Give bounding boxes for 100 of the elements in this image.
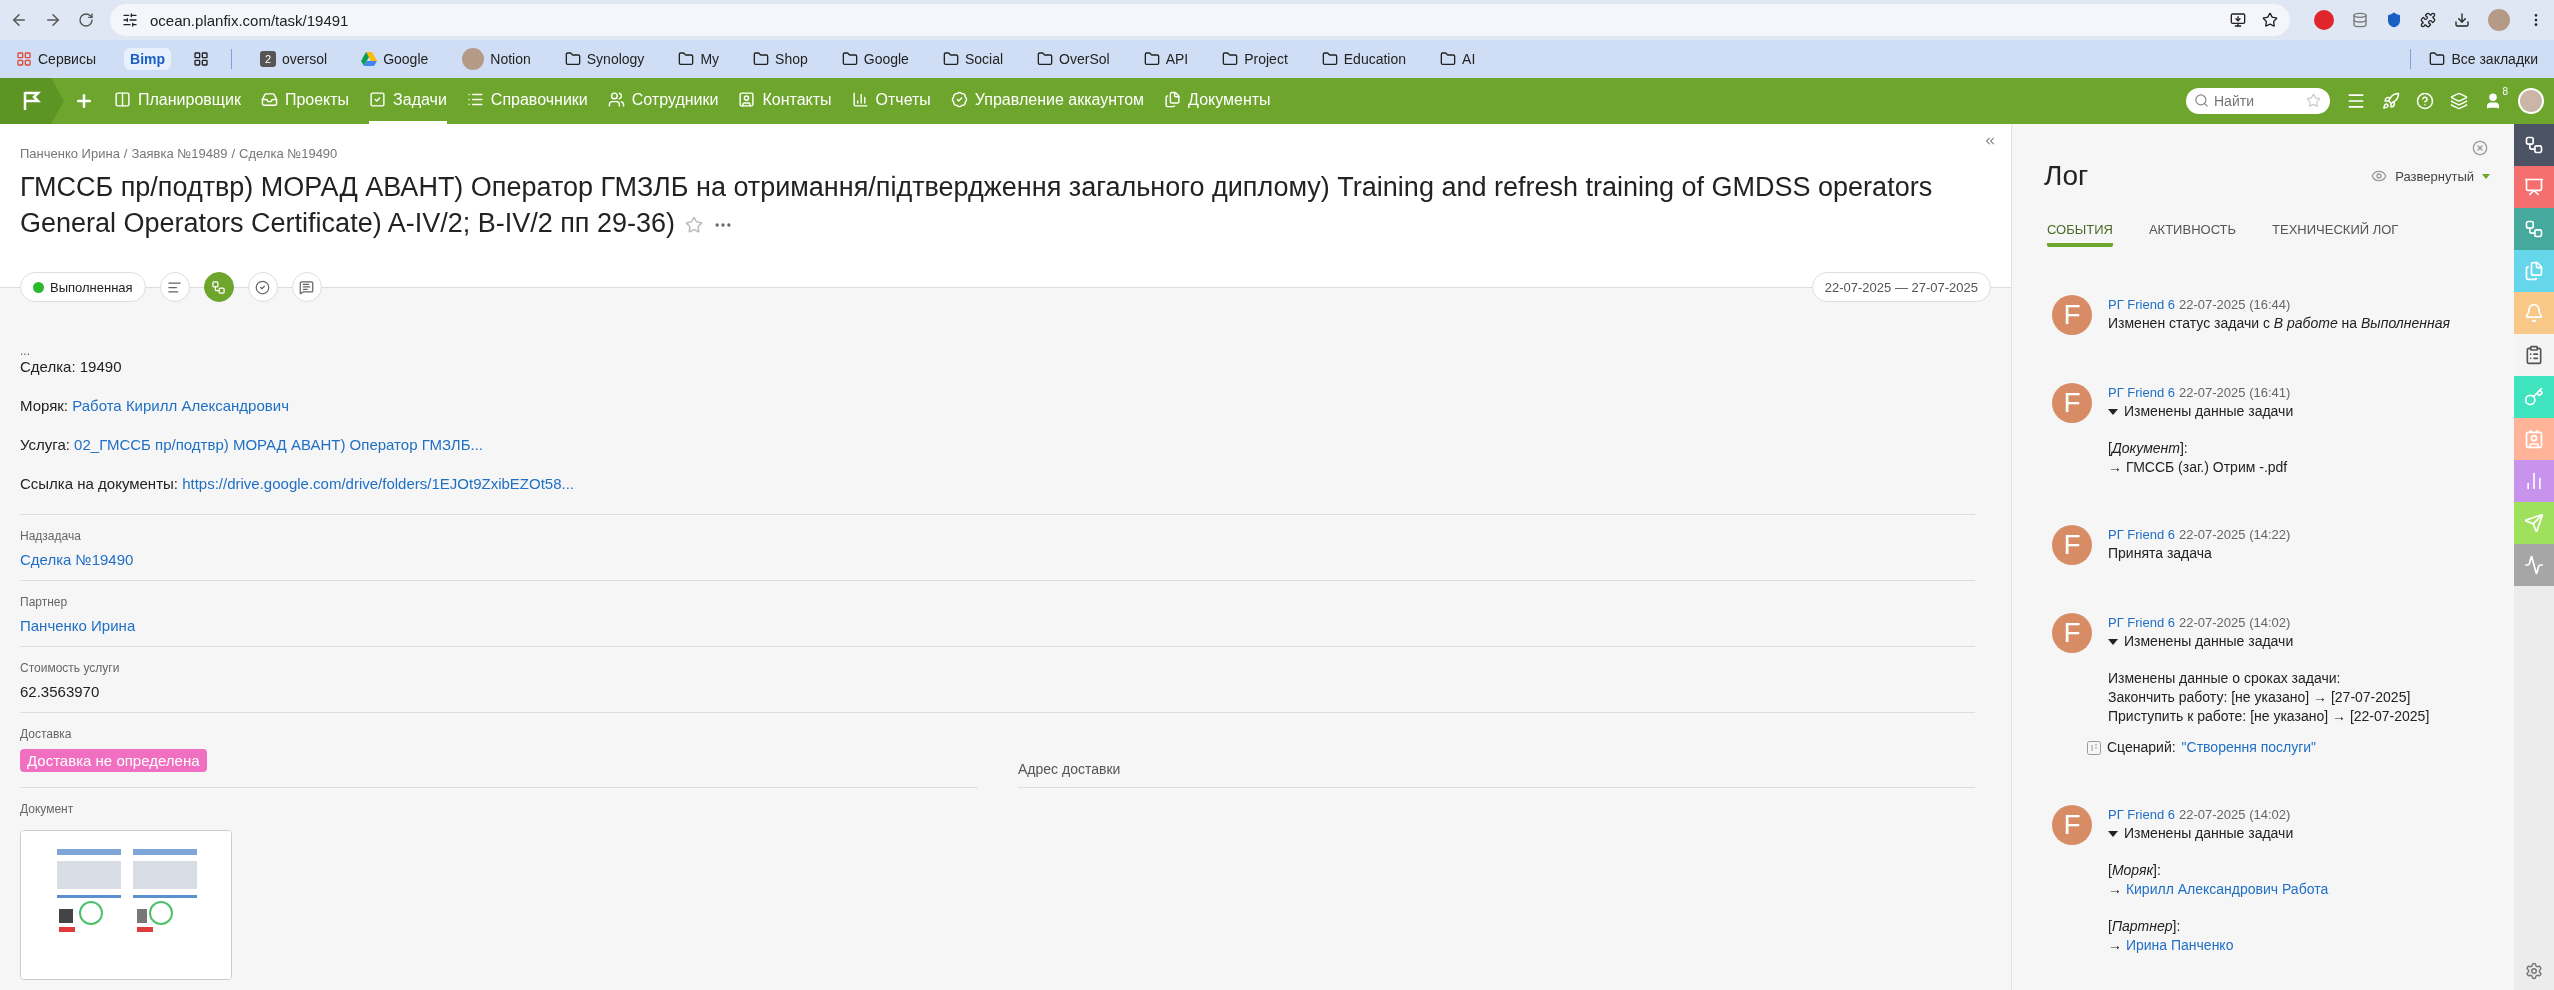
caret-icon [2482, 173, 2490, 179]
columns-icon [114, 91, 131, 108]
expand-icon[interactable] [2108, 830, 2118, 837]
shield-icon[interactable] [2386, 12, 2402, 28]
bookmark[interactable]: Сервисы [10, 48, 102, 70]
log-tab[interactable]: ТЕХНИЧЕСКИЙ ЛОГ [2272, 222, 2399, 247]
bookmark[interactable]: Bimp [124, 48, 171, 70]
logo[interactable] [0, 78, 64, 124]
reload-icon[interactable] [78, 12, 94, 28]
bookmark[interactable]: API [1137, 48, 1195, 70]
nav-item[interactable]: Планировщик [114, 78, 241, 124]
breadcrumb-link[interactable]: Сделка №19490 [239, 146, 338, 161]
nav-item[interactable]: Справочники [466, 78, 588, 124]
detail-text: [Партнер]: [2108, 918, 2181, 934]
grid-icon[interactable] [193, 51, 209, 67]
close-icon[interactable] [2472, 140, 2488, 156]
bookmark[interactable]: Google [355, 48, 435, 70]
nav-item[interactable]: Управление аккаунтом [950, 78, 1145, 124]
forward-icon[interactable] [44, 11, 62, 29]
user-icon[interactable] [2484, 92, 2502, 110]
install-icon[interactable] [2230, 12, 2246, 28]
star-icon[interactable] [685, 215, 703, 234]
log-tab[interactable]: СОБЫТИЯ [2047, 222, 2113, 247]
user-avatar[interactable] [2518, 88, 2544, 114]
all-bookmarks[interactable]: Все закладки [2423, 48, 2544, 70]
description-link[interactable]: https://drive.google.com/drive/folders/1EJOt9ZxibEZOt58... [182, 475, 574, 492]
field-label: Стоимость услуги [20, 661, 121, 675]
nav-item[interactable]: Проекты [260, 78, 350, 124]
extensions-icon[interactable] [2420, 12, 2436, 28]
profile-avatar[interactable] [2488, 9, 2510, 31]
download-icon[interactable] [2454, 12, 2470, 28]
detail-link[interactable]: Кирилл Александрович Работа [2125, 881, 2329, 897]
bookmark[interactable]: Synology [558, 48, 651, 70]
folder-icon [2429, 51, 2446, 67]
bookmark[interactable]: Shop [747, 48, 814, 70]
add-icon[interactable] [74, 91, 94, 111]
breadcrumb-separator: / [123, 146, 128, 161]
help-icon[interactable] [2416, 92, 2434, 110]
rocket-icon[interactable] [2382, 92, 2400, 110]
description-label: Сделка: [20, 358, 77, 375]
author-link[interactable]: РГ Friend 6 [2108, 525, 2175, 544]
bookmark[interactable]: Project [1216, 48, 1294, 70]
author-link[interactable]: РГ Friend 6 [2108, 295, 2175, 314]
bookmark[interactable]: Notion [456, 45, 537, 73]
author-link[interactable]: РГ Friend 6 [2108, 805, 2175, 824]
bookmark[interactable]: Education [1315, 48, 1413, 70]
author-link[interactable]: РГ Friend 6 [2108, 613, 2175, 632]
description-label: Ссылка на документы: [20, 475, 179, 492]
layers-icon[interactable] [2450, 92, 2468, 110]
expand-icon[interactable] [2108, 638, 2118, 645]
files-icon [2524, 261, 2544, 281]
date-range[interactable]: 22-07-2025 — 27-07-2025 [1811, 272, 1991, 302]
nav-item[interactable]: Контакты [738, 78, 832, 124]
entry-text: Изменен статус задачи с В работе на Выполненная [2108, 314, 2450, 333]
site-settings-icon[interactable] [122, 12, 138, 28]
address-bar[interactable]: ocean.planfix.com/task/19491 [110, 4, 2290, 36]
breadcrumb-link[interactable]: Панченко Ирина [20, 146, 120, 161]
back-icon[interactable] [10, 11, 28, 29]
bookmark[interactable]: My [672, 48, 726, 70]
sidebar-tab[interactable] [2514, 124, 2554, 166]
bookmark[interactable]: OverSol [1031, 48, 1116, 70]
nav-item[interactable]: Документы [1164, 78, 1271, 124]
toolbar-button[interactable] [203, 272, 234, 302]
chart-icon [2524, 471, 2544, 491]
user-avatar: F [2052, 295, 2092, 335]
bookmark[interactable]: 2 oversol [254, 48, 334, 70]
nav-item[interactable]: Сотрудники [607, 78, 719, 124]
entry-text: Изменены данные задачи [2124, 824, 2294, 843]
view-selector[interactable]: Развернутый [2371, 168, 2490, 184]
status-pill[interactable]: Выполненная [20, 272, 146, 302]
detail-text: Закончить работу: [не указано] → [27-07-2025] [2108, 689, 2411, 705]
folder-icon [1143, 51, 1160, 67]
field-link[interactable]: Панченко Ирина [20, 617, 136, 634]
scenario-link[interactable]: "Створення послуги" [2181, 738, 2317, 757]
star-icon[interactable] [2262, 12, 2278, 28]
adblock-icon[interactable] [2314, 10, 2334, 30]
description-label: Моряк: [20, 397, 70, 414]
description-link[interactable]: 02_ГМССБ пр/подтвр) МОРАД АВАНТ) Оператор ГМЗЛБ... [74, 436, 483, 453]
sidebar-tab[interactable] [2514, 334, 2554, 376]
detail-link[interactable]: Ирина Панченко [2125, 937, 2234, 953]
author-link[interactable]: РГ Friend 6 [2108, 383, 2175, 402]
delivery-tag[interactable]: Доставка не определена [20, 749, 207, 772]
collapse-icon[interactable] [1983, 134, 1997, 148]
log-tab[interactable]: АКТИВНОСТЬ [2148, 222, 2237, 247]
bookmark[interactable]: AI [1434, 48, 1482, 70]
board-icon [2524, 177, 2544, 197]
breadcrumb-link[interactable]: Заявка №19489 [131, 146, 228, 161]
field-label: Документ [20, 802, 75, 816]
field-link[interactable]: Сделка №19490 [20, 551, 134, 568]
bookmark[interactable]: Social [936, 48, 1010, 70]
bookmark[interactable]: Google [835, 48, 915, 70]
field-label: Партнер [20, 595, 69, 609]
description-link[interactable]: Работа Кирилл Александрович [72, 397, 289, 414]
task-title: ГМССБ пр/подтвр) МОРАД АВАНТ) Оператор ГМЗЛБ на отримання/підтвердження загального диплому) Training and refresh training of GMDSS operators General Operators Certificate) A-IV/2; B-IV/2 пп 29-36) [20, 171, 1934, 240]
database-icon[interactable] [2352, 12, 2368, 28]
expand-icon[interactable] [2108, 408, 2118, 415]
script-icon [2087, 740, 2101, 755]
search-field[interactable]: Найти [2186, 88, 2330, 114]
nav-item[interactable]: Отчеты [851, 78, 931, 124]
entry-time: 22-07-2025 (14:02) [2179, 614, 2291, 632]
